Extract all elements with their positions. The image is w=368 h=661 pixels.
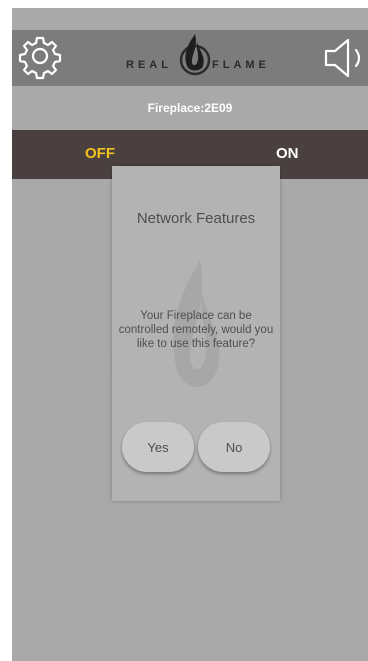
network-features-dialog: Network Features Your Fireplace can be c… bbox=[112, 166, 280, 501]
logo-word-right: FLAME bbox=[212, 59, 270, 71]
power-on-option[interactable]: ON bbox=[276, 145, 299, 162]
power-off-option[interactable]: OFF bbox=[85, 145, 115, 162]
status-strip bbox=[12, 8, 368, 30]
dialog-message: Your Fireplace can be controlled remotel… bbox=[118, 310, 274, 350]
logo-word-left: REAL bbox=[126, 59, 172, 71]
app-screen: REAL FLAME Fireplace:2E09 OFF ON Network… bbox=[12, 8, 368, 661]
top-bar: REAL FLAME bbox=[12, 30, 368, 86]
real-flame-logo: REAL FLAME bbox=[120, 32, 274, 82]
speaker-icon[interactable] bbox=[320, 36, 368, 80]
dialog-title: Network Features bbox=[136, 210, 256, 227]
gear-icon[interactable] bbox=[16, 32, 64, 80]
yes-button[interactable]: Yes bbox=[122, 422, 194, 472]
flame-logo-icon bbox=[179, 34, 211, 76]
device-name: Fireplace:2E09 bbox=[147, 101, 233, 115]
no-button[interactable]: No bbox=[198, 422, 270, 472]
